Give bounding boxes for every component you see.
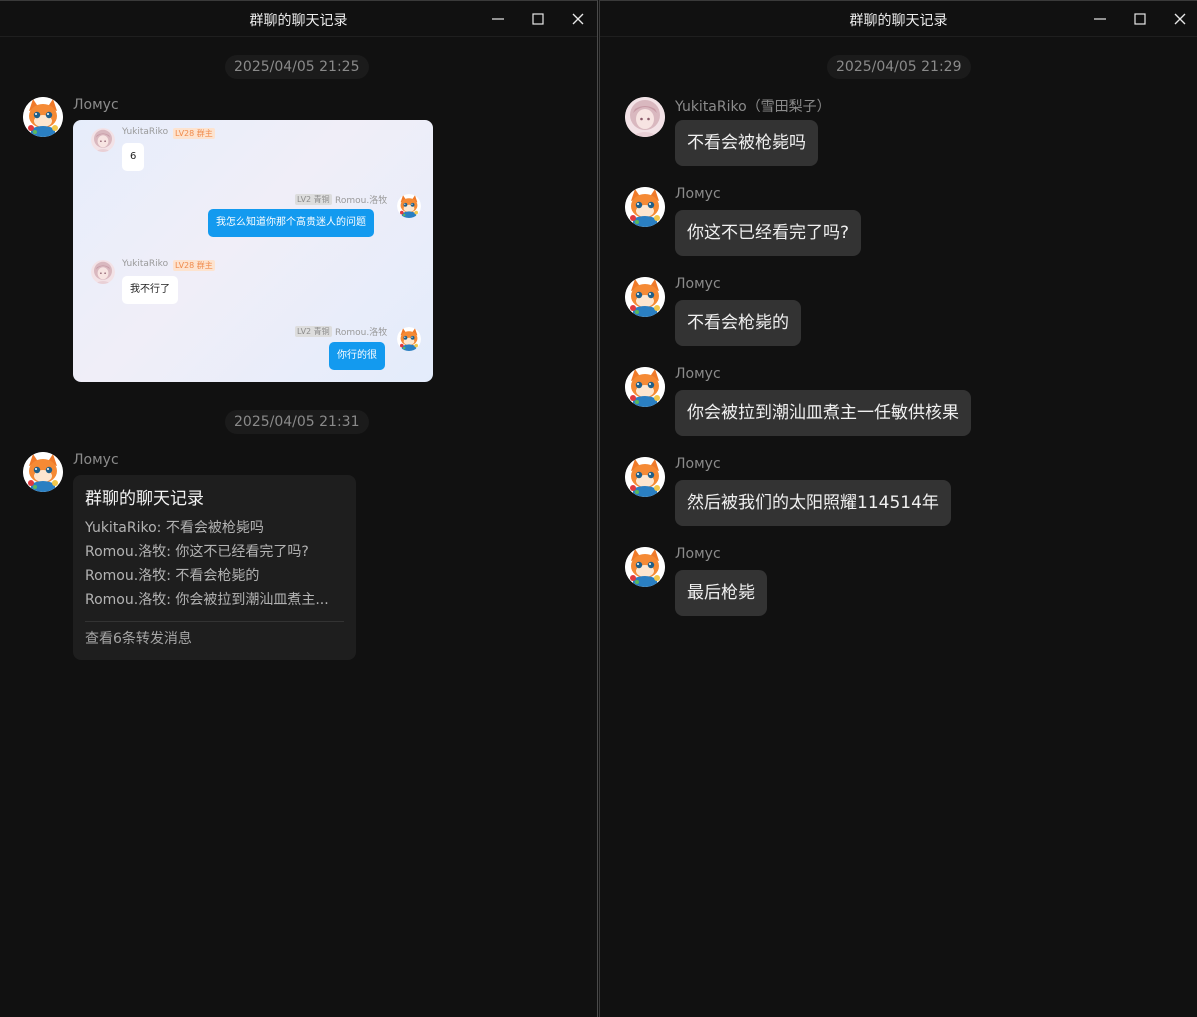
level-badge: LV2 青铜	[295, 326, 332, 337]
forwarded-chat-card[interactable]: 群聊的聊天记录 YukitaRiko: 不看会被枪毙吗 Romou.洛牧: 你这…	[73, 475, 356, 660]
girl-avatar-icon	[625, 97, 665, 137]
left-chat-window: 群聊的聊天记录 2025/04/05 21:25 Ломус YukitaRik…	[0, 0, 598, 1017]
avatar[interactable]	[23, 97, 63, 137]
view-forwarded-link[interactable]: 查看6条转发消息	[85, 628, 344, 650]
title-bar: 群聊的聊天记录	[0, 1, 597, 37]
message-bubble[interactable]: 你会被拉到潮汕皿煮主一任敏供核果	[675, 390, 971, 436]
maximize-button[interactable]	[1130, 9, 1150, 29]
level-badge: LV28 群主	[173, 260, 215, 271]
fox-avatar-icon	[23, 97, 63, 137]
message-bubble: 我怎么知道你那个高贵迷人的问题	[208, 209, 374, 237]
minimize-icon	[1090, 9, 1110, 29]
avatar	[91, 260, 115, 284]
fox-avatar-icon	[625, 277, 665, 317]
level-badge: LV28 群主	[173, 128, 215, 139]
avatar[interactable]	[23, 452, 63, 492]
sender-name: Ломус	[675, 186, 721, 202]
maximize-button[interactable]	[528, 9, 548, 29]
level-badge: LV2 青铜	[295, 194, 332, 205]
avatar[interactable]	[625, 547, 665, 587]
close-icon	[568, 9, 588, 29]
forward-line: Romou.洛牧: 你这不已经看完了吗?	[85, 544, 309, 560]
avatar[interactable]	[625, 187, 665, 227]
maximize-icon	[528, 9, 548, 29]
timestamp: 2025/04/05 21:25	[225, 55, 369, 79]
avatar[interactable]	[625, 367, 665, 407]
right-chat-window: 群聊的聊天记录 2025/04/05 21:29 YukitaRiko（雪田梨子…	[599, 0, 1197, 1017]
sender-name: Romou.洛牧	[335, 196, 388, 206]
fox-avatar-icon	[625, 457, 665, 497]
sender-name: Ломус	[675, 456, 721, 472]
forward-title: 群聊的聊天记录	[85, 489, 204, 509]
close-button[interactable]	[568, 9, 588, 29]
fox-avatar-icon	[23, 452, 63, 492]
title-bar: 群聊的聊天记录	[600, 1, 1197, 37]
avatar[interactable]	[625, 277, 665, 317]
message-bubble[interactable]: 不看会枪毙的	[675, 300, 801, 346]
close-icon	[1170, 9, 1190, 29]
message-bubble[interactable]: 你这不已经看完了吗?	[675, 210, 862, 256]
sender-name: Ломус	[73, 97, 119, 113]
avatar[interactable]	[625, 97, 665, 137]
message-bubble[interactable]: 最后枪毙	[675, 570, 767, 616]
minimize-icon	[488, 9, 508, 29]
message-bubble: 6	[122, 143, 145, 171]
sender-name: YukitaRiko	[122, 259, 169, 269]
sender-name: Romou.洛牧	[335, 328, 388, 338]
message-bubble[interactable]: 然后被我们的太阳照耀114514年	[675, 480, 951, 526]
sender-name: Ломус	[73, 452, 119, 468]
fox-avatar-icon	[625, 187, 665, 227]
sender-name: Ломус	[675, 366, 721, 382]
avatar	[397, 194, 421, 218]
sender-name: YukitaRiko（雪田梨子）	[675, 99, 831, 115]
timestamp: 2025/04/05 21:29	[827, 55, 971, 79]
fox-avatar-icon	[397, 327, 421, 351]
minimize-button[interactable]	[488, 9, 508, 29]
fox-avatar-icon	[397, 194, 421, 218]
sender-name: Ломус	[675, 276, 721, 292]
maximize-icon	[1130, 9, 1150, 29]
forward-line: Romou.洛牧: 不看会枪毙的	[85, 568, 260, 584]
fox-avatar-icon	[625, 547, 665, 587]
forward-line: Romou.洛牧: 你会被拉到潮汕皿煮主...	[85, 592, 329, 608]
minimize-button[interactable]	[1090, 9, 1110, 29]
divider	[85, 621, 344, 622]
message-list[interactable]: 2025/04/05 21:29 YukitaRiko（雪田梨子） 不看会被枪毙…	[600, 38, 1197, 1017]
message-bubble: 你行的很	[329, 342, 385, 370]
timestamp: 2025/04/05 21:31	[225, 410, 369, 434]
avatar	[91, 128, 115, 152]
avatar[interactable]	[625, 457, 665, 497]
fox-avatar-icon	[625, 367, 665, 407]
sender-name: Ломус	[675, 546, 721, 562]
message-bubble: 我不行了	[122, 276, 178, 304]
girl-avatar-icon	[91, 260, 115, 284]
message-bubble[interactable]: 不看会被枪毙吗	[675, 120, 818, 166]
message-list[interactable]: 2025/04/05 21:25 Ломус YukitaRiko LV28 群…	[0, 38, 597, 1017]
avatar	[397, 327, 421, 351]
forward-line: YukitaRiko: 不看会被枪毙吗	[85, 520, 264, 536]
screenshot-image[interactable]: YukitaRiko LV28 群主 6 LV2 青铜 Romou.洛牧 我怎么…	[73, 120, 433, 382]
sender-name: YukitaRiko	[122, 127, 169, 137]
girl-avatar-icon	[91, 128, 115, 152]
close-button[interactable]	[1170, 9, 1190, 29]
